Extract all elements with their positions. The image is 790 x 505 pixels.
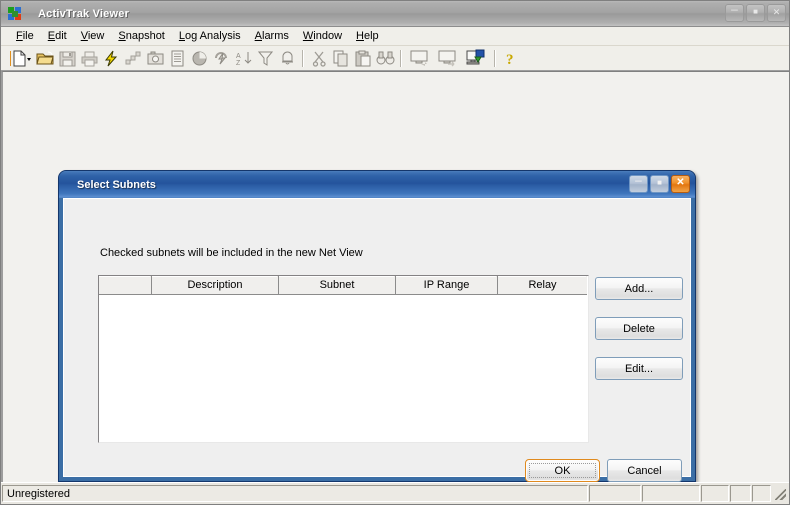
ok-button-label: OK [554, 464, 571, 477]
close-button[interactable]: ✕ [767, 4, 786, 22]
subnets-list[interactable]: Description Subnet IP Range Relay [98, 275, 589, 443]
menu-item-window[interactable]: Window [296, 28, 349, 44]
pie-chart-icon [188, 48, 210, 69]
network-nodes-icon [122, 48, 144, 69]
add-button[interactable]: Add... [595, 277, 683, 300]
mdi-client-area: Select Subnets – ■ ✕ Checked subnets wil… [1, 71, 789, 482]
cancel-button[interactable]: Cancel [607, 459, 682, 482]
svg-text:?: ? [506, 52, 514, 67]
delete-button-label: Delete [623, 322, 655, 335]
toolbar-separator [494, 49, 496, 67]
svg-text:Z: Z [236, 60, 241, 67]
column-header-check[interactable] [99, 276, 152, 295]
minimize-icon: – [731, 2, 738, 16]
main-window-controls: – ■ ✕ [725, 2, 786, 22]
dialog-titlebar[interactable]: Select Subnets – ■ ✕ [59, 171, 695, 198]
status-panel-4 [730, 485, 751, 502]
svg-text:A: A [236, 53, 241, 60]
minimize-button[interactable]: – [725, 2, 744, 22]
status-panel-2 [642, 485, 700, 502]
open-folder-icon[interactable] [34, 48, 56, 69]
subnets-list-rows[interactable] [99, 295, 588, 442]
status-panel-1 [589, 485, 641, 502]
dialog-close-button[interactable]: ✕ [671, 175, 690, 193]
copy-icon [330, 48, 352, 69]
edit-button-label: Edit... [624, 362, 654, 375]
toolbar-separator [400, 49, 402, 67]
alarm-bell-icon [276, 48, 298, 69]
paste-icon [352, 48, 374, 69]
main-titlebar[interactable]: ActivTrak Viewer – ■ ✕ [1, 1, 789, 27]
dialog-window-controls: – ■ ✕ [629, 173, 690, 193]
help-question-icon[interactable]: ? [500, 48, 522, 69]
ok-button[interactable]: OK [525, 459, 600, 482]
find-binoculars-icon [374, 48, 396, 69]
subnets-list-header: Description Subnet IP Range Relay [99, 276, 588, 295]
edit-button[interactable]: Edit... [595, 357, 683, 380]
refresh-bolt-icon [210, 48, 232, 69]
camera-snapshot-icon [144, 48, 166, 69]
column-header-description[interactable]: Description [152, 276, 279, 295]
monitor-in-icon [434, 48, 462, 69]
menu-item-log-analysis[interactable]: Log Analysis [172, 28, 248, 44]
dialog-maximize-button[interactable]: ■ [650, 175, 669, 193]
resize-grip-icon[interactable] [772, 485, 788, 502]
maximize-icon: ■ [657, 178, 662, 187]
menubar: File Edit View Snapshot Log Analysis Ala… [1, 27, 789, 46]
maximize-icon: ■ [753, 7, 758, 16]
close-icon: ✕ [772, 6, 781, 17]
status-message: Unregistered [2, 485, 588, 502]
new-icon[interactable] [6, 48, 34, 69]
menu-item-file[interactable]: File [9, 28, 41, 44]
app-title: ActivTrak Viewer [38, 7, 130, 20]
maximize-button[interactable]: ■ [746, 4, 765, 22]
status-panel-3 [701, 485, 729, 502]
status-panel-5 [752, 485, 771, 502]
main-window: ActivTrak Viewer – ■ ✕ File Edit View Sn… [0, 0, 790, 505]
cut-scissors-icon [308, 48, 330, 69]
sort-az-icon: A Z [232, 48, 254, 69]
filter-funnel-icon [254, 48, 276, 69]
activtrak-logo-icon [6, 5, 24, 23]
monitor-out-icon [406, 48, 434, 69]
menu-item-edit[interactable]: Edit [41, 28, 74, 44]
save-disk-icon [56, 48, 78, 69]
select-subnets-dialog: Select Subnets – ■ ✕ Checked subnets wil… [58, 170, 696, 482]
dialog-minimize-button[interactable]: – [629, 173, 648, 193]
close-icon: ✕ [676, 177, 685, 188]
report-list-icon [166, 48, 188, 69]
toolbar-separator [302, 49, 304, 67]
net-view-icon[interactable] [462, 48, 490, 69]
dialog-body: Checked subnets will be included in the … [63, 198, 691, 482]
column-header-subnet[interactable]: Subnet [279, 276, 396, 295]
lightning-icon[interactable] [100, 48, 122, 69]
column-header-relay[interactable]: Relay [498, 276, 587, 295]
statusbar: Unregistered [1, 482, 789, 504]
menu-item-help[interactable]: Help [349, 28, 386, 44]
cancel-button-label: Cancel [627, 464, 662, 477]
menu-item-snapshot[interactable]: Snapshot [111, 28, 172, 44]
dialog-hint-text: Checked subnets will be included in the … [100, 247, 363, 259]
dialog-title: Select Subnets [77, 178, 156, 191]
toolbar: A Z ? [1, 46, 789, 71]
print-icon [78, 48, 100, 69]
menu-item-view[interactable]: View [74, 28, 112, 44]
add-button-label: Add... [624, 282, 654, 295]
delete-button[interactable]: Delete [595, 317, 683, 340]
minimize-icon: – [635, 173, 642, 187]
column-header-ip-range[interactable]: IP Range [396, 276, 498, 295]
menu-item-alarms[interactable]: Alarms [248, 28, 296, 44]
